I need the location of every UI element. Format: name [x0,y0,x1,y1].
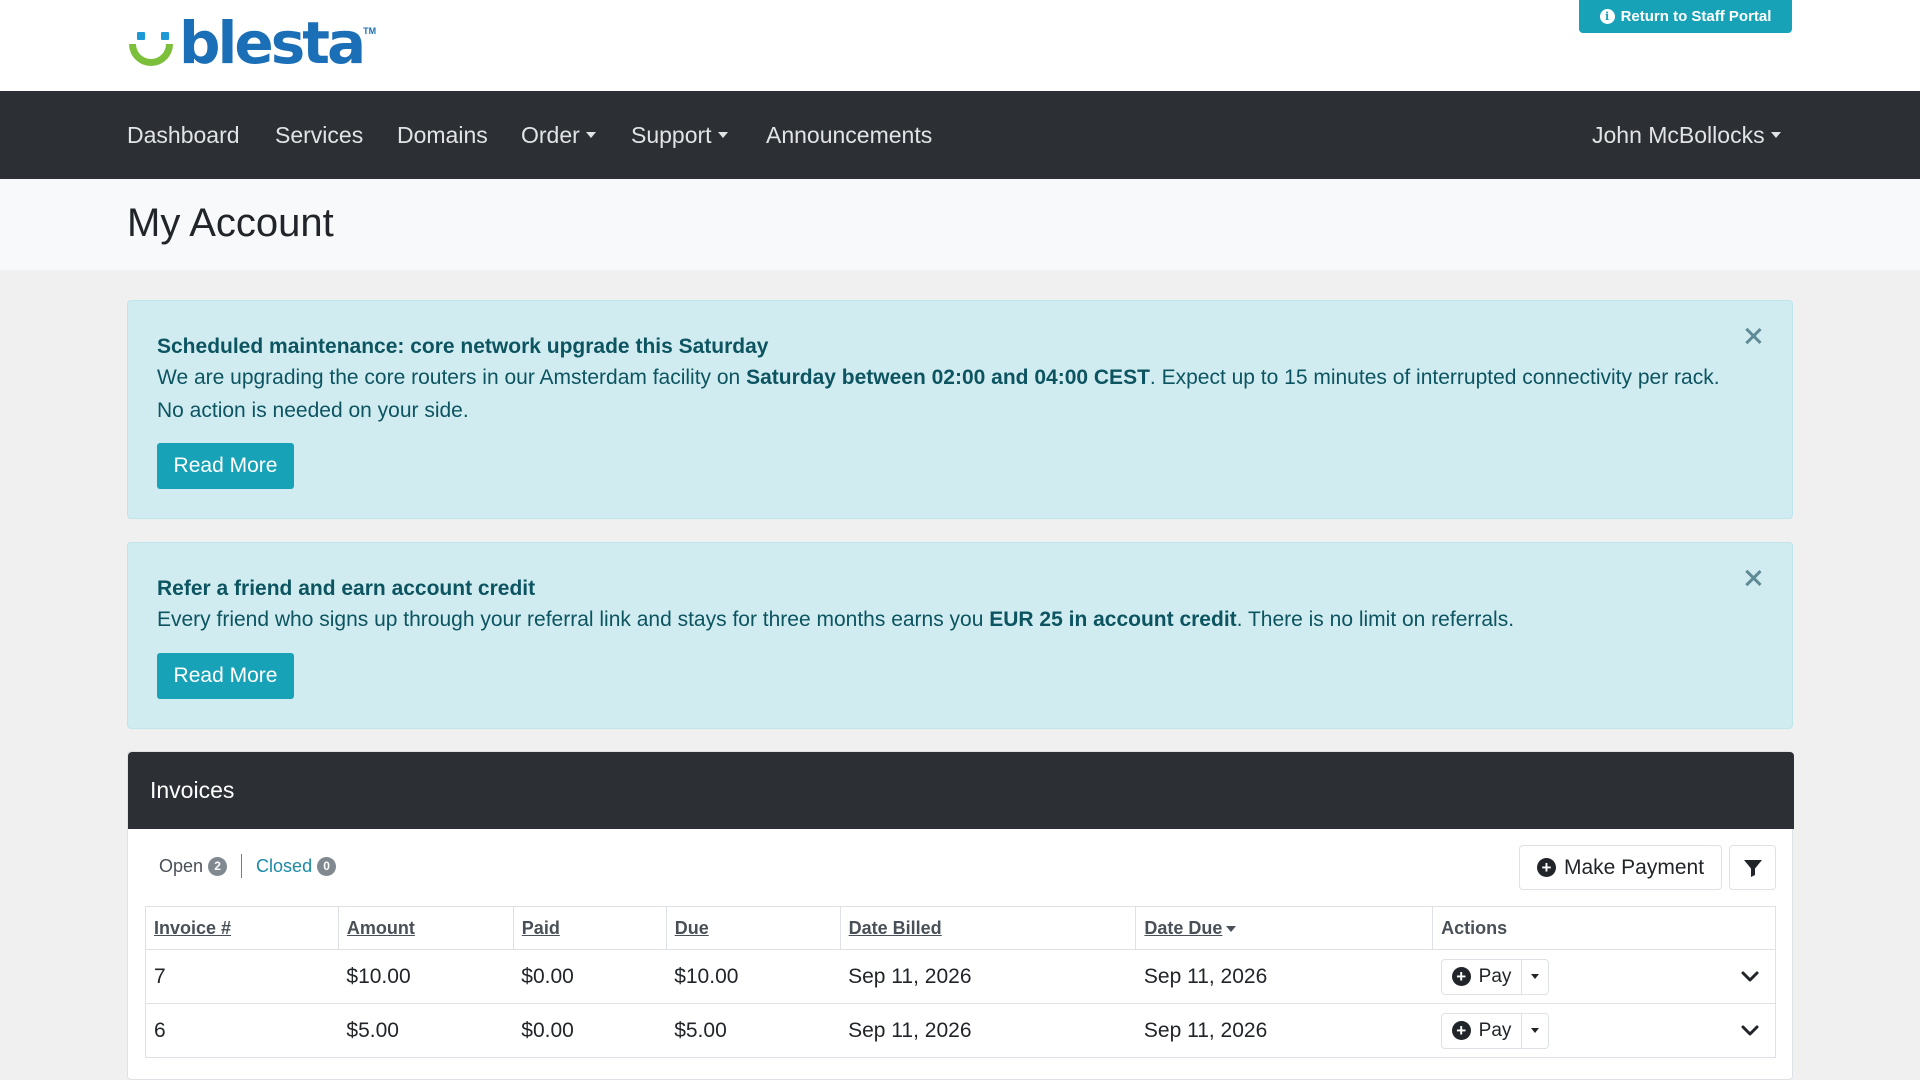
main-navbar: Dashboard Services Domains Order Support… [0,91,1920,179]
referral-alert: Refer a friend and earn account credit E… [127,542,1793,729]
col-invoice-number[interactable]: Invoice # [145,906,339,950]
plus-circle-icon: + [1451,967,1471,986]
filter-open-label: Open [159,855,204,876]
filter-closed-label: Closed [256,855,313,876]
pay-button-group: + Pay [1440,1012,1550,1049]
filter-closed[interactable]: Closed 0 [256,855,337,877]
page-title: My Account [127,201,334,245]
alert-body: Every friend who signs up through your r… [157,608,1515,631]
nav-support-label: Support [631,122,712,148]
maintenance-alert: Scheduled maintenance: core network upgr… [127,300,1793,519]
cell-date-due: Sep 11, 2026 [1135,949,1433,1004]
filter-divider [241,854,243,878]
chevron-down-icon[interactable] [1739,966,1761,988]
table-row[interactable]: 6 $5.00 $0.00 $5.00 Sep 11, 2026 Sep 11,… [145,1003,1776,1058]
invoices-header: Invoices [128,752,1794,829]
cell-actions: + Pay [1432,949,1776,1004]
nav-services[interactable]: Services [275,91,363,179]
cell-actions: + Pay [1432,1003,1776,1058]
pay-label: Pay [1478,1019,1512,1041]
logo-trademark: TM [363,26,377,36]
logo-smile-icon [127,16,177,70]
make-payment-button[interactable]: + Make Payment [1519,845,1722,890]
page-title-bar: My Account [0,179,1920,270]
close-icon[interactable] [1744,569,1762,587]
read-more-button[interactable]: Read More [157,443,294,489]
cell-date-billed: Sep 11, 2026 [840,949,1136,1004]
invoices-card: Invoices Open 2 Closed 0 + Make Payment … [127,751,1794,1080]
return-to-staff-portal-button[interactable]: i Return to Staff Portal [1579,0,1792,33]
col-actions: Actions [1432,906,1776,950]
col-amount[interactable]: Amount [337,906,514,950]
cell-invoice-number: 7 [145,949,339,1004]
open-count-badge: 2 [208,856,228,876]
info-icon: i [1599,9,1615,24]
table-header-row: Invoice # Amount Paid Due Date Billed Da… [145,906,1776,950]
col-date-billed[interactable]: Date Billed [839,906,1137,950]
nav-domains-label: Domains [397,122,488,148]
nav-announcements[interactable]: Announcements [766,91,932,179]
pay-options-toggle[interactable] [1522,1014,1548,1048]
closed-count-badge: 0 [317,856,337,876]
filter-open[interactable]: Open 2 [159,855,228,877]
caret-down-icon [1770,132,1781,139]
plus-circle-icon: + [1536,858,1556,877]
nav-announcements-label: Announcements [766,122,933,148]
user-name-label: John McBollocks [1592,122,1765,148]
caret-down-icon [1531,1028,1540,1033]
alert-title: Refer a friend and earn account credit [157,577,536,600]
caret-down-icon [1531,974,1540,979]
cell-due: $5.00 [666,1003,841,1058]
col-date-due[interactable]: Date Due [1135,906,1434,950]
make-payment-label: Make Payment [1563,855,1705,879]
sort-desc-icon [1226,925,1237,932]
blesta-logo[interactable]: blesta TM [127,9,377,77]
top-header: blesta TM i Return to Staff Portal [0,0,1920,91]
table-row[interactable]: 7 $10.00 $0.00 $10.00 Sep 11, 2026 Sep 1… [145,949,1776,1004]
pay-options-toggle[interactable] [1522,960,1548,994]
caret-down-icon [585,132,596,139]
nav-dashboard[interactable]: Dashboard [127,91,240,179]
caret-down-icon [717,132,728,139]
chevron-down-icon[interactable] [1739,1020,1761,1042]
cell-due: $10.00 [666,949,841,1004]
col-due[interactable]: Due [665,906,841,950]
cell-date-due: Sep 11, 2026 [1135,1003,1433,1058]
filter-funnel-icon [1743,859,1762,877]
nav-support-dropdown[interactable]: Support [631,91,728,179]
cell-invoice-number: 6 [145,1003,339,1058]
cell-amount: $5.00 [338,1003,514,1058]
col-paid[interactable]: Paid [512,906,667,950]
read-more-button[interactable]: Read More [157,653,294,699]
nav-services-label: Services [275,122,364,148]
pay-button[interactable]: + Pay [1442,1013,1523,1048]
plus-circle-icon: + [1451,1021,1471,1040]
invoice-status-filters: Open 2 Closed 0 [159,854,337,878]
close-icon[interactable] [1744,327,1762,345]
nav-order-label: Order [521,122,580,148]
cell-paid: $0.00 [513,1003,667,1058]
cell-amount: $10.00 [338,949,514,1004]
nav-domains[interactable]: Domains [397,91,488,179]
cell-paid: $0.00 [513,949,667,1004]
filter-button[interactable] [1729,845,1776,890]
cell-date-billed: Sep 11, 2026 [840,1003,1136,1058]
logo-text: blesta [179,9,366,77]
pay-button[interactable]: + Pay [1442,959,1523,994]
alert-body: We are upgrading the core routers in our… [157,366,1720,422]
nav-dashboard-label: Dashboard [127,122,240,148]
staff-portal-label: Return to Staff Portal [1620,8,1772,25]
invoices-table: Invoice # Amount Paid Due Date Billed Da… [145,906,1776,1058]
nav-order-dropdown[interactable]: Order [521,91,596,179]
pay-label: Pay [1478,965,1512,987]
alert-title: Scheduled maintenance: core network upgr… [157,335,769,358]
pay-button-group: + Pay [1440,958,1550,995]
user-menu-dropdown[interactable]: John McBollocks [1592,91,1781,179]
